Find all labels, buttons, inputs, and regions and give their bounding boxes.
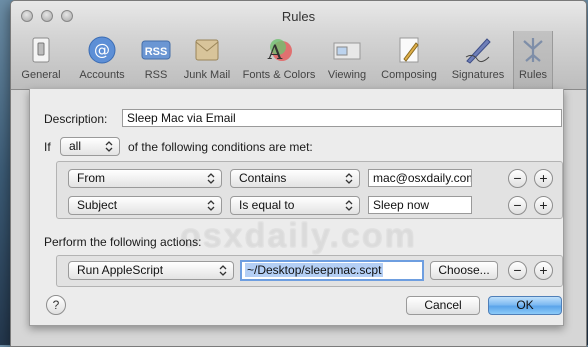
cancel-button[interactable]: Cancel bbox=[406, 296, 480, 315]
svg-text:@: @ bbox=[94, 40, 110, 59]
watermark: osxdaily.com bbox=[180, 217, 417, 255]
condition-field-value: Subject bbox=[77, 198, 118, 212]
chevron-updown-icon bbox=[219, 265, 227, 276]
condition-operator-select[interactable]: Contains bbox=[230, 169, 360, 188]
condition-operator-select[interactable]: Is equal to bbox=[230, 196, 360, 215]
chevron-updown-icon bbox=[345, 173, 353, 184]
pen-icon bbox=[465, 38, 491, 64]
junk-mail-icon bbox=[195, 39, 219, 61]
chevron-updown-icon bbox=[207, 173, 215, 184]
description-field[interactable]: Sleep Mac via Email bbox=[122, 109, 562, 127]
switch-icon bbox=[32, 37, 50, 63]
condition-operator-value: Contains bbox=[239, 171, 287, 185]
toolbar-label: Junk Mail bbox=[183, 69, 231, 81]
toolbar-viewing[interactable]: Viewing bbox=[323, 35, 371, 85]
condition-value-field[interactable]: Sleep now bbox=[368, 196, 472, 214]
toolbar-general[interactable]: General bbox=[19, 35, 63, 85]
fonts-colors-icon: A bbox=[267, 39, 292, 64]
toolbar-label: Rules bbox=[518, 69, 548, 81]
chevron-updown-icon bbox=[207, 200, 215, 211]
condition-value-field[interactable]: mac@osxdaily.com bbox=[368, 169, 472, 187]
condition-operator-value: Is equal to bbox=[239, 198, 295, 212]
rules-window: Rules General @ Accounts RSS RSS Junk Ma… bbox=[10, 0, 587, 347]
toolbar-label: Fonts & Colors bbox=[242, 69, 316, 81]
rss-icon: RSS bbox=[141, 40, 171, 60]
toolbar-label: Viewing bbox=[327, 69, 367, 81]
help-button[interactable]: ? bbox=[46, 295, 66, 315]
toolbar-composing[interactable]: Composing bbox=[377, 35, 441, 85]
rule-sheet: Description: Sleep Mac via Email If all … bbox=[29, 89, 564, 326]
remove-condition-button[interactable]: − bbox=[508, 169, 527, 188]
chevron-updown-icon bbox=[105, 141, 113, 152]
svg-text:RSS: RSS bbox=[145, 46, 168, 58]
match-select-value: all bbox=[69, 139, 82, 153]
toolbar-label: RSS bbox=[144, 69, 168, 81]
action-type-value: Run AppleScript bbox=[77, 263, 164, 277]
viewing-icon bbox=[333, 42, 361, 60]
svg-text:A: A bbox=[267, 40, 283, 64]
toolbar-label: Signatures bbox=[451, 69, 505, 81]
if-label: If bbox=[44, 140, 51, 154]
toolbar-label: Composing bbox=[381, 69, 437, 81]
remove-condition-button[interactable]: − bbox=[508, 196, 527, 215]
toolbar-accounts[interactable]: @ Accounts bbox=[69, 35, 135, 85]
rules-icon bbox=[523, 38, 543, 62]
condition-field-value: From bbox=[77, 171, 105, 185]
titlebar: Rules General @ Accounts RSS RSS Junk Ma… bbox=[11, 1, 586, 90]
actions-label: Perform the following actions: bbox=[44, 235, 202, 249]
choose-button[interactable]: Choose... bbox=[430, 261, 498, 280]
conditions-suffix: of the following conditions are met: bbox=[128, 140, 313, 154]
window-title: Rules bbox=[281, 9, 316, 24]
add-condition-button[interactable]: + bbox=[534, 196, 553, 215]
script-path-value: ~/Desktop/sleepmac.scpt bbox=[245, 263, 384, 277]
at-sign-icon: @ bbox=[88, 36, 116, 64]
chevron-updown-icon bbox=[345, 200, 353, 211]
toolbar-rules[interactable]: Rules bbox=[513, 31, 553, 89]
toolbar-label: General bbox=[21, 69, 61, 81]
add-action-button[interactable]: + bbox=[534, 261, 553, 280]
toolbar-label: Accounts bbox=[79, 69, 125, 81]
toolbar-fonts-colors[interactable]: A Fonts & Colors bbox=[239, 35, 319, 85]
action-type-select[interactable]: Run AppleScript bbox=[68, 261, 234, 280]
description-label: Description: bbox=[44, 112, 108, 126]
condition-field-select[interactable]: Subject bbox=[68, 196, 222, 215]
toolbar-signatures[interactable]: Signatures bbox=[447, 35, 509, 85]
match-select[interactable]: all bbox=[60, 137, 120, 156]
condition-field-select[interactable]: From bbox=[68, 169, 222, 188]
ok-button[interactable]: OK bbox=[488, 296, 562, 315]
script-path-field[interactable]: ~/Desktop/sleepmac.scpt bbox=[240, 260, 424, 281]
toolbar-rss[interactable]: RSS RSS bbox=[139, 35, 173, 85]
add-condition-button[interactable]: + bbox=[534, 169, 553, 188]
pencil-icon bbox=[399, 37, 419, 63]
remove-action-button[interactable]: − bbox=[508, 261, 527, 280]
toolbar-junk-mail[interactable]: Junk Mail bbox=[179, 35, 235, 85]
